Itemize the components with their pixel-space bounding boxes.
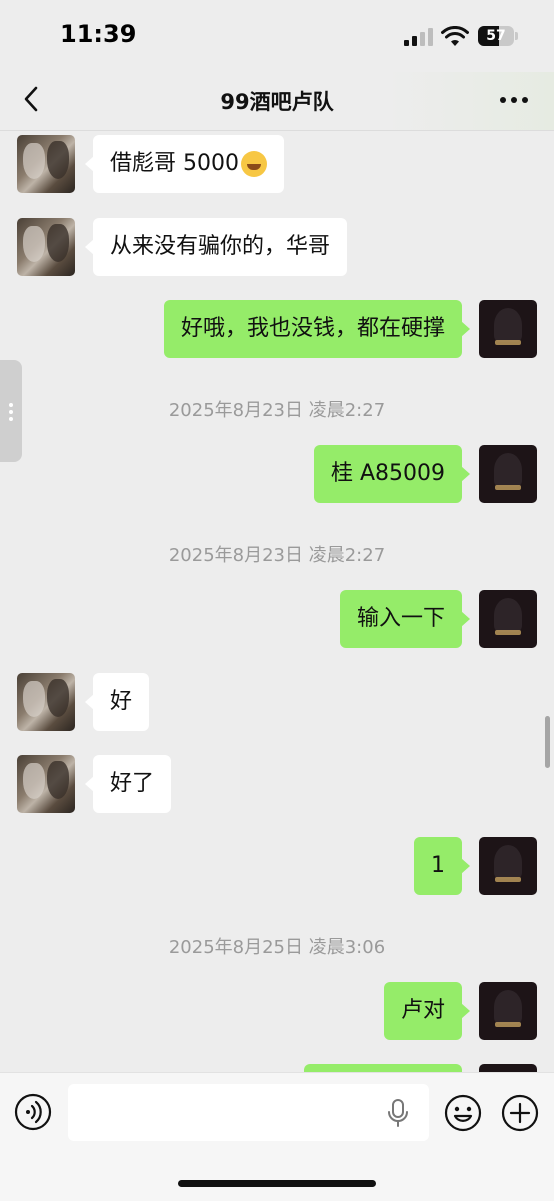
message-timestamp: 2025年8月25日 凌晨3:06 (168, 937, 386, 958)
battery-level: 57 (486, 28, 506, 44)
message-bubble-outgoing[interactable]: 桂 A85009 (313, 445, 471, 503)
message-bubble-incoming[interactable]: 好 (84, 673, 150, 731)
message-bubble-outgoing[interactable]: 1 (414, 837, 470, 895)
message-text: 从来没有骗你的，华哥 (110, 234, 331, 259)
self-avatar[interactable] (479, 982, 537, 1040)
contact-avatar[interactable] (17, 218, 75, 276)
message-text: 1 (431, 853, 445, 878)
message-bubble-outgoing[interactable]: 卢对 (383, 982, 471, 1040)
voice-input-icon[interactable] (14, 1093, 52, 1131)
message-bubble-incoming[interactable]: 从来没有骗你的，华哥 (84, 218, 348, 276)
self-avatar[interactable] (479, 837, 537, 895)
message-text: 好 (110, 689, 133, 714)
message-input[interactable] (68, 1084, 429, 1141)
home-indicator[interactable] (178, 1180, 376, 1187)
message-text: 好了 (110, 771, 155, 796)
wifi-icon (441, 26, 469, 46)
battery-tip (515, 32, 518, 40)
plus-circle-icon[interactable] (500, 1093, 540, 1133)
laughing-crying-emoji-icon (240, 151, 267, 177)
message-text: 输入一下 (356, 606, 445, 631)
message-text: 好哦，我也没钱，都在硬撑 (180, 316, 445, 341)
message-bubble-incoming[interactable]: 借彪哥 5000 (85, 135, 284, 193)
battery-icon: 57 (478, 26, 514, 46)
chat-title: 99酒吧卢队 (220, 90, 334, 114)
message-bubble-outgoing[interactable]: 输入一下 (339, 590, 471, 648)
status-bar: 11:39 57 (0, 0, 554, 72)
contact-avatar[interactable] (17, 673, 75, 731)
self-avatar[interactable] (479, 445, 537, 503)
contact-avatar[interactable] (17, 755, 75, 813)
message-bubble-incoming[interactable]: 好了 (84, 755, 172, 813)
message-bubble-outgoing[interactable]: 好哦，我也没钱，都在硬撑 (163, 300, 471, 358)
contact-avatar[interactable] (17, 135, 75, 193)
microphone-icon[interactable] (387, 1098, 409, 1128)
message-timestamp: 2025年8月23日 凌晨2:27 (168, 400, 386, 421)
message-text: 卢对 (400, 998, 445, 1023)
message-text: 借彪哥 5000 (110, 151, 239, 176)
status-time: 11:39 (60, 20, 137, 48)
cellular-signal-icon (404, 28, 434, 46)
message-text: 桂 A85009 (330, 461, 445, 486)
chat-header: 99酒吧卢队 (0, 72, 554, 131)
self-avatar[interactable] (479, 590, 537, 648)
more-horizontal-icon[interactable] (496, 86, 532, 114)
scroll-indicator[interactable] (545, 716, 550, 768)
message-timestamp: 2025年8月23日 凌晨2:27 (168, 545, 386, 566)
self-avatar[interactable] (479, 300, 537, 358)
emoji-icon[interactable] (443, 1093, 483, 1133)
